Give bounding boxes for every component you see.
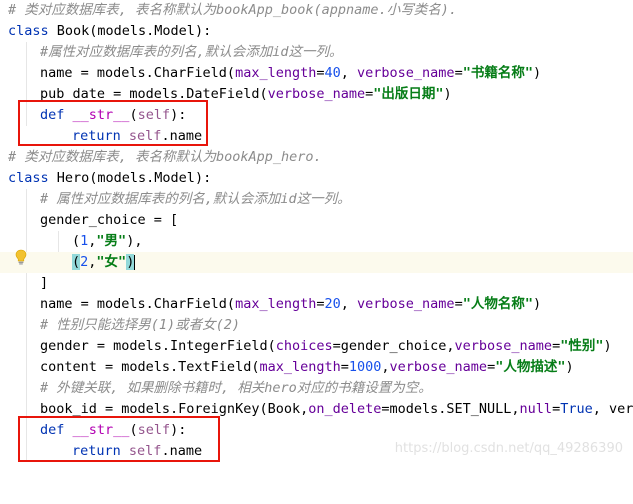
code-token: ) [532,296,542,312]
code-line-17[interactable]: gender = models.IntegerField(choices=gen… [0,336,633,357]
comment-text: # 类对应数据库表, 表名称默认为bookApp_hero. [8,149,322,165]
code-token: = [316,65,325,81]
code-token: , [340,296,358,312]
code-line-1[interactable]: # 类对应数据库表, 表名称默认为bookApp_book(appname.小写… [0,0,633,21]
param-name: on_delete [308,401,382,417]
code-token: ) [603,338,612,354]
string-literal: "出版日期" [373,86,444,102]
code-line-14[interactable]: ] [0,273,633,294]
param-name: max_length [259,359,341,375]
code-token: = [454,65,463,81]
string-literal: "男" [96,233,127,249]
param-name: verbose_name [357,65,455,81]
code-token: ), [126,233,143,249]
tuple-male: (1,"男"), [72,231,142,252]
comment-text: # 类对应数据库表, 表名称默认为bookApp_book(appname.小写… [8,2,457,18]
field-content: content = models.TextField(max_length=10… [40,357,574,378]
param-name: verbose_name [454,338,553,354]
param-name: choices [275,338,333,354]
code-token: ) [443,86,452,102]
class-declaration: class Hero(models.Model): [8,168,211,189]
code-token: content = models.TextField( [40,359,260,375]
comment-text: # 外键关联, 如果删除书籍时, 相关hero对应的书籍设置为空。 [40,380,432,396]
string-literal: "人物描述" [495,359,566,375]
bracket-match: ( [72,254,81,270]
class-signature: Hero(models.Model): [48,170,212,186]
code-line-11[interactable]: gender_choice = [ [0,210,633,231]
param-name: verbose_name [267,86,366,102]
code-token: = [316,296,325,312]
tuple-female: (2,"女") [72,252,136,273]
gender-choice-close: ] [40,275,49,291]
code-token: ( [72,233,81,249]
code-token: , [340,65,358,81]
text-cursor [134,254,136,270]
keyword-class: class [8,23,49,39]
keyword-true: True [560,401,593,417]
code-token: = [340,359,349,375]
code-token: = [552,338,561,354]
string-literal: "女" [96,254,127,270]
code-line-12[interactable]: (1,"男"), [0,231,633,252]
number-literal: 1000 [348,359,382,375]
string-literal: "书籍名称" [462,65,533,81]
code-token: gender = models.IntegerField( [40,338,276,354]
code-token: = [454,296,463,312]
field-name: name = models.CharField(max_length=40, v… [40,63,541,84]
number-literal: 20 [324,296,341,312]
comment-text: #属性对应数据库表的列名,默认会添加id这一列。 [40,44,343,60]
code-token: =gender_choice, [332,338,455,354]
param-name: max_length [235,65,317,81]
code-token: =models.SET_NULL, [381,401,520,417]
code-line-16[interactable]: # 性别只能选择男(1)或者女(2) [0,315,633,336]
code-token: ) [565,359,574,375]
keyword-class: class [8,170,49,186]
string-literal: "性别" [560,338,604,354]
gender-choice-open: gender_choice = [ [40,212,179,228]
bracket-match: ) [126,254,135,270]
code-token: = [552,401,561,417]
number-literal: 40 [324,65,341,81]
highlight-box-hero-str [18,416,220,462]
code-line-18[interactable]: content = models.TextField(max_length=10… [0,357,633,378]
highlight-box-book-str [18,100,208,146]
code-token: book_id = models.ForeignKey(Book, [40,401,309,417]
param-name: null [519,401,553,417]
code-token: = [487,359,496,375]
string-literal: "人物名称" [462,296,533,312]
code-token: ) [532,65,542,81]
param-name: verbose_name [357,296,455,312]
watermark: https://blog.csdn.net/qq_49286390 [394,441,623,456]
field-gender: gender = models.IntegerField(choices=gen… [40,336,612,357]
param-name: max_length [235,296,317,312]
code-line-8[interactable]: # 类对应数据库表, 表名称默认为bookApp_hero. [0,147,633,168]
code-line-9[interactable]: class Hero(models.Model): [0,168,633,189]
code-token: name = models.CharField( [40,296,236,312]
code-line-4[interactable]: name = models.CharField(max_length=40, v… [0,63,633,84]
class-declaration: class Book(models.Model): [8,21,211,42]
code-line-13[interactable]: (2,"女") [0,252,633,273]
code-token: , [381,359,390,375]
comment-text: # 属性对应数据库表的列名,默认会添加id这一列。 [40,191,351,207]
class-signature: Book(models.Model): [48,23,212,39]
code-token: , verb [592,401,633,417]
param-name: verbose_name [389,359,488,375]
code-line-19[interactable]: # 外键关联, 如果删除书籍时, 相关hero对应的书籍设置为空。 [0,378,633,399]
code-line-3[interactable]: #属性对应数据库表的列名,默认会添加id这一列。 [0,42,633,63]
lightbulb-icon[interactable] [15,249,27,265]
field-name: name = models.CharField(max_length=20, v… [40,294,541,315]
code-token: name = models.CharField( [40,65,236,81]
comment-text: # 性别只能选择男(1)或者女(2) [40,317,241,333]
code-line-2[interactable]: class Book(models.Model): [0,21,633,42]
code-editor[interactable]: # 类对应数据库表, 表名称默认为bookApp_book(appname.小写… [0,0,633,468]
code-line-15[interactable]: name = models.CharField(max_length=20, v… [0,294,633,315]
code-line-10[interactable]: # 属性对应数据库表的列名,默认会添加id这一列。 [0,189,633,210]
